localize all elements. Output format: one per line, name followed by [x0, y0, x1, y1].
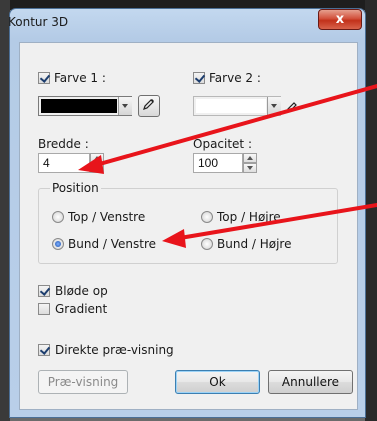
- bredde-label: Bredde :: [38, 137, 89, 151]
- bredde-input[interactable]: [38, 153, 90, 173]
- radio-top-hojre[interactable]: [201, 211, 213, 223]
- bredde-up-arrow-icon[interactable]: [90, 153, 104, 163]
- bredde-down-arrow-icon[interactable]: [90, 163, 104, 173]
- position-legend: Position: [50, 181, 101, 195]
- farve2-dropdown-arrow-icon[interactable]: [267, 97, 281, 115]
- close-icon: x: [335, 12, 345, 27]
- radio-top-hojre-label: Top / Højre: [217, 210, 281, 224]
- farve2-eyedropper-icon[interactable]: [285, 99, 299, 118]
- farve1-label: Farve 1 :: [54, 71, 106, 85]
- farve1-picker-button[interactable]: [138, 95, 160, 117]
- eyedropper-icon: [142, 97, 156, 115]
- screenshot-stage: Kontur 3D x Farve 1 : Farve 2 : Bredde :…: [0, 0, 377, 421]
- radio-top-venstre[interactable]: [52, 211, 64, 223]
- radio-bund-hojre-label: Bund / Højre: [217, 237, 292, 251]
- farve2-checkbox[interactable]: [193, 72, 205, 84]
- blode-op-checkbox[interactable]: [38, 285, 50, 297]
- opacitet-input[interactable]: [193, 153, 243, 173]
- gradient-label: Gradient: [55, 302, 108, 316]
- farve1-dropdown-arrow-icon[interactable]: [118, 97, 132, 115]
- opacitet-spinner[interactable]: [243, 153, 257, 173]
- direkte-previsning-label: Direkte præ-visning: [55, 343, 174, 357]
- farve1-color-dropdown[interactable]: [38, 96, 132, 116]
- opacitet-up-arrow-icon[interactable]: [243, 153, 257, 163]
- farve2-swatch: [196, 99, 266, 113]
- radio-top-venstre-label: Top / Venstre: [68, 210, 146, 224]
- opacitet-label: Opacitet :: [193, 137, 252, 151]
- radio-bund-venstre-label: Bund / Venstre: [68, 237, 157, 251]
- ok-button[interactable]: Ok: [175, 370, 260, 394]
- gradient-checkbox[interactable]: [38, 303, 50, 315]
- dialog-title: Kontur 3D: [8, 15, 69, 29]
- position-groupbox: [38, 188, 338, 264]
- farve1-swatch: [41, 99, 117, 113]
- direkte-previsning-checkbox[interactable]: [38, 344, 50, 356]
- radio-bund-hojre[interactable]: [201, 238, 213, 250]
- blode-op-label: Bløde op: [55, 284, 108, 298]
- background-right: [365, 0, 377, 421]
- farve2-color-dropdown[interactable]: [193, 96, 281, 116]
- cancel-button[interactable]: Annullere: [268, 370, 353, 394]
- radio-bund-venstre[interactable]: [52, 238, 64, 250]
- farve2-label: Farve 2 :: [209, 71, 261, 85]
- close-button[interactable]: x: [318, 9, 362, 30]
- bredde-spinner[interactable]: [90, 153, 104, 173]
- preview-button[interactable]: Præ-visning: [38, 370, 128, 394]
- farve1-checkbox[interactable]: [38, 72, 50, 84]
- opacitet-down-arrow-icon[interactable]: [243, 163, 257, 173]
